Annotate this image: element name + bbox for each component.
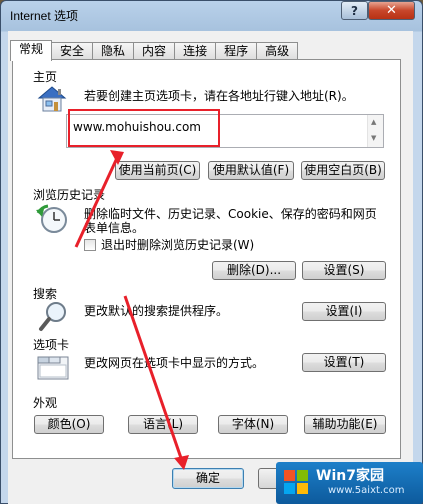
watermark-badge: Win7家园 www.5aixt.com: [276, 462, 423, 504]
watermark-url: www.5aixt.com: [328, 485, 405, 496]
watermark-title: Win7家园: [316, 468, 384, 484]
tab-general[interactable]: 常规: [10, 40, 53, 61]
annotation-arrows: [74, 150, 189, 470]
windows-logo-icon: [284, 470, 308, 494]
